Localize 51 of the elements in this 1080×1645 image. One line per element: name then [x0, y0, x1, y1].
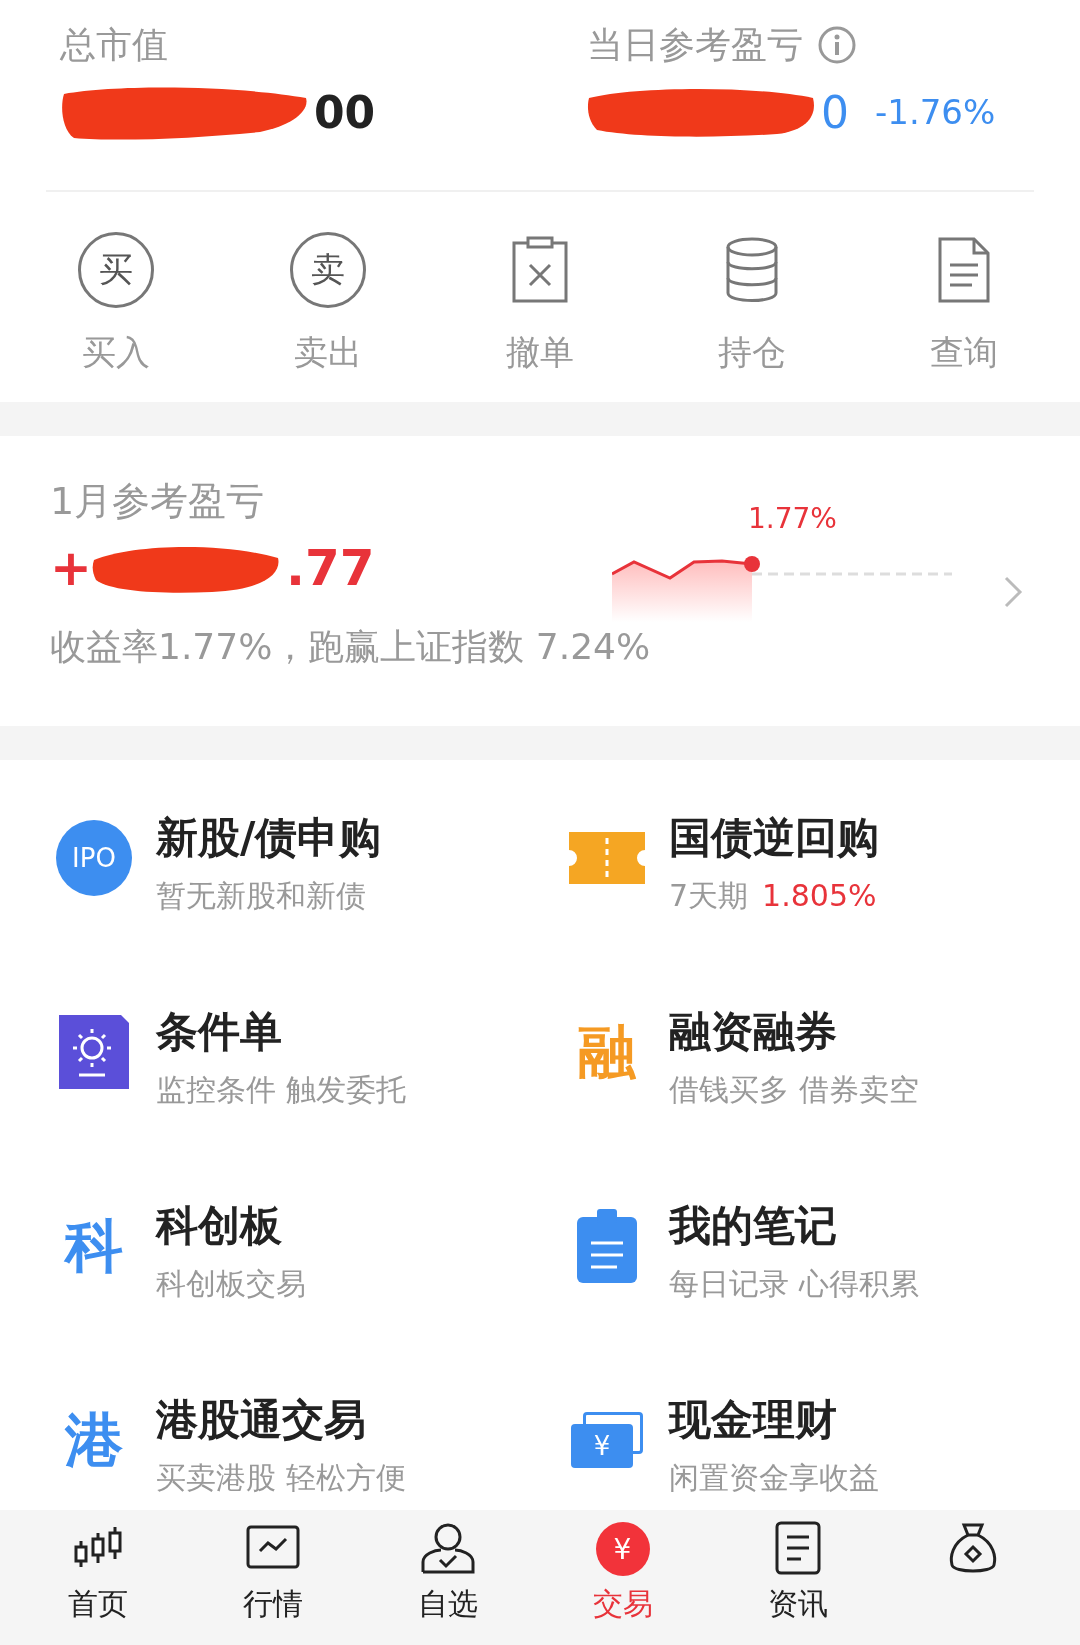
feature-title: 新股/债申购	[156, 812, 382, 864]
feature-title: 融资融券	[669, 1006, 838, 1058]
feature-item[interactable]: 国债逆回购 7天期 1.805%	[567, 810, 1080, 1004]
chart-value-label: 1.77%	[748, 502, 837, 535]
nav-tab[interactable]: 自选	[392, 1520, 503, 1645]
yen-icon: ¥	[595, 1522, 650, 1576]
sun-card-icon	[59, 1015, 129, 1089]
feature-item[interactable]: 条件单 监控条件 触发委托	[54, 1004, 567, 1198]
character-icon: 科	[65, 1217, 123, 1275]
feature-subtitle: 暂无新股和新债	[156, 877, 366, 915]
daily-profit-label: 当日参考盈亏	[587, 23, 803, 67]
nav-tab[interactable]: 首页	[42, 1520, 153, 1645]
feature-subtitle: 7天期	[669, 877, 749, 915]
monthly-profit-value: .77	[285, 539, 375, 597]
total-value-label: 总市值	[60, 23, 169, 67]
circle-icon: 卖	[290, 232, 366, 308]
character-icon: 港	[65, 1411, 123, 1469]
daily-profit-value: 0	[821, 86, 849, 138]
feature-subtitle: 科创板交易	[156, 1265, 306, 1303]
feature-item[interactable]: 我的笔记 每日记录 心得积累	[567, 1198, 1080, 1392]
feature-title: 国债逆回购	[669, 812, 879, 864]
info-icon[interactable]	[817, 25, 857, 65]
ipo-icon: IPO	[56, 820, 132, 896]
feature-subtitle: 闲置资金享收益	[669, 1459, 879, 1497]
daily-profit-percent: -1.76%	[875, 92, 996, 132]
clipboard-icon	[577, 1209, 637, 1283]
feature-title: 条件单	[156, 1006, 283, 1058]
feature-title: 我的笔记	[669, 1200, 838, 1252]
feature-item[interactable]: IPO 新股/债申购 暂无新股和新债	[54, 810, 567, 1004]
feature-subtitle: 监控条件 触发委托	[156, 1071, 406, 1109]
action-button[interactable]: 买 买入	[56, 232, 176, 376]
nav-tab[interactable]: 行情	[217, 1520, 328, 1645]
monthly-profit-label: 1月参考盈亏	[50, 478, 265, 525]
feature-subtitle: 借钱买多 借券卖空	[669, 1071, 919, 1109]
action-button[interactable]: 卖 卖出	[268, 232, 388, 376]
total-value: 00	[314, 86, 376, 138]
feature-title: 港股通交易	[156, 1394, 367, 1446]
return-summary: 收益率1.77%，跑赢上证指数 7.24%	[50, 625, 652, 669]
circle-icon: 买	[78, 232, 154, 308]
ticket-icon	[569, 832, 645, 884]
document-icon	[774, 1520, 821, 1576]
nav-tab[interactable]: 资讯	[742, 1520, 853, 1645]
feature-subtitle: 买卖港股 轻松方便	[156, 1459, 406, 1497]
feature-title: 现金理财	[669, 1394, 838, 1446]
feature-item[interactable]: ¥ 现金理财 闲置资金享收益	[567, 1392, 1080, 1510]
profit-sign: +	[50, 539, 92, 597]
feature-subtitle: 每日记录 心得积累	[669, 1265, 919, 1303]
rate-value: 1.805%	[762, 878, 877, 913]
feature-title: 科创板	[156, 1200, 283, 1252]
character-icon: 融	[578, 1023, 636, 1081]
nav-tab[interactable]: ¥ 交易	[567, 1520, 678, 1645]
